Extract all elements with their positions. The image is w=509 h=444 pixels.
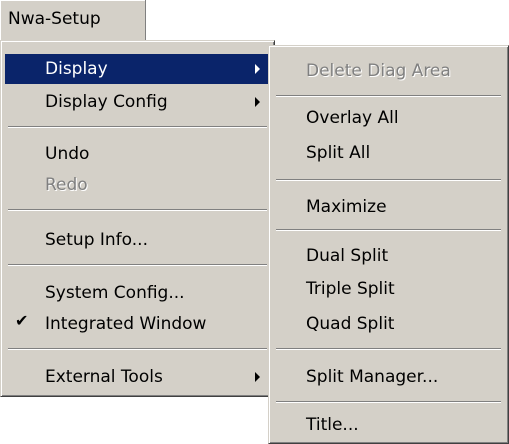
menu-item-delete-diag-area-label: Delete Diag Area [306, 61, 451, 81]
menu-item-quad-split-label: Quad Split [306, 314, 395, 334]
menu-separator [8, 348, 267, 350]
menu-item-maximize[interactable]: Maximize [273, 192, 504, 222]
menu-item-setup-info[interactable]: Setup Info... [5, 225, 270, 255]
menu-separator [276, 179, 501, 181]
menu-item-dual-split-label: Dual Split [306, 246, 389, 266]
submenu-arrow-icon [255, 372, 260, 382]
menu-item-triple-split[interactable]: Triple Split [273, 274, 504, 304]
menu-item-integrated-window[interactable]: ✔ Integrated Window [5, 309, 270, 339]
menu-item-system-config-label: System Config... [45, 283, 185, 303]
menu-item-overlay-all[interactable]: Overlay All [273, 103, 504, 133]
menu-separator [8, 209, 267, 211]
menu-separator [276, 95, 501, 97]
menu-item-split-all[interactable]: Split All [273, 138, 504, 168]
menu-item-quad-split[interactable]: Quad Split [273, 309, 504, 339]
submenu-arrow-icon [255, 97, 260, 107]
menu-nwa-setup[interactable]: Nwa-Setup [0, 0, 146, 41]
menu-separator [276, 401, 501, 403]
menu-item-external-tools[interactable]: External Tools [5, 362, 270, 392]
menu-item-title[interactable]: Title... [273, 410, 504, 440]
menu-item-external-tools-label: External Tools [45, 367, 163, 387]
menu-item-display-label: Display [45, 59, 108, 79]
menu-separator [8, 264, 267, 266]
display-submenu: Delete Diag Area Overlay All Split All M… [268, 45, 509, 444]
menu-item-maximize-label: Maximize [306, 197, 387, 217]
menu-item-display-config-label: Display Config [45, 92, 168, 112]
menu-item-split-manager-label: Split Manager... [306, 367, 439, 387]
menu-item-undo-label: Undo [45, 144, 90, 164]
menu-item-title-label: Title... [306, 415, 359, 435]
menu-item-display[interactable]: Display [5, 54, 270, 84]
menu-item-delete-diag-area[interactable]: Delete Diag Area [273, 56, 504, 86]
menu-item-triple-split-label: Triple Split [306, 279, 395, 299]
menu-item-display-config[interactable]: Display Config [5, 87, 270, 117]
menu-item-integrated-window-label: Integrated Window [45, 314, 207, 334]
menu-item-undo[interactable]: Undo [5, 139, 270, 169]
menu-item-redo[interactable]: Redo [5, 170, 270, 200]
submenu-arrow-icon [255, 64, 260, 74]
menu-separator [276, 229, 501, 231]
menu-item-overlay-all-label: Overlay All [306, 108, 399, 128]
menu-item-split-manager[interactable]: Split Manager... [273, 362, 504, 392]
menu-item-system-config[interactable]: System Config... [5, 278, 270, 308]
checkmark-icon: ✔ [15, 311, 29, 330]
menu-item-split-all-label: Split All [306, 143, 371, 163]
menu-item-redo-label: Redo [45, 175, 88, 195]
menu-item-setup-info-label: Setup Info... [45, 230, 148, 250]
menu-separator [276, 348, 501, 350]
menu-nwa-setup-label: Nwa-Setup [8, 9, 101, 29]
menu-separator [8, 126, 267, 128]
nwa-setup-dropdown: Display Display Config Undo Redo Setup I… [0, 40, 275, 397]
menu-item-dual-split[interactable]: Dual Split [273, 241, 504, 271]
